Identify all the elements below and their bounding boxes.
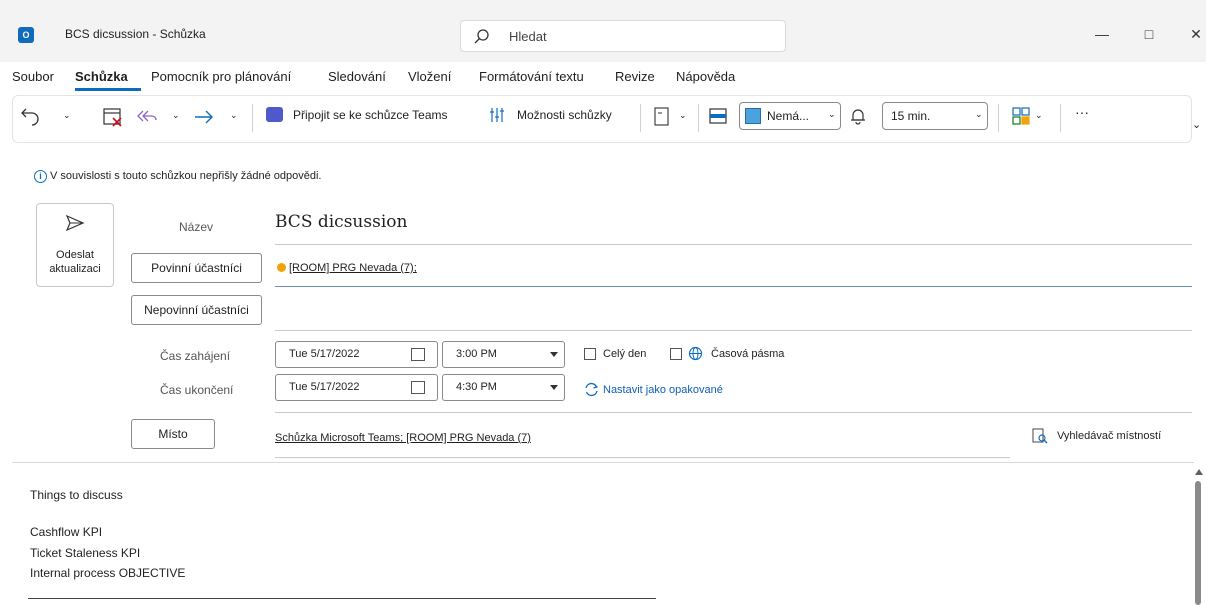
reply-dropdown-icon[interactable]: ⌄ xyxy=(172,110,180,121)
send-update-label: Odeslat aktualizaci xyxy=(49,249,101,275)
reminder-value: 15 min. xyxy=(891,109,931,123)
all-day-label: Celý den xyxy=(603,348,647,360)
calendar-icon xyxy=(411,348,425,361)
time-section-divider xyxy=(275,412,1192,413)
menu-schuzka[interactable]: Schůzka xyxy=(75,69,128,84)
reminder-combo[interactable]: 15 min. ⌄ xyxy=(882,102,988,130)
body-line[interactable]: Internal process OBJECTIVE xyxy=(30,566,185,580)
toolbar-separator xyxy=(640,104,641,132)
end-date-picker[interactable]: Tue 5/17/2022 xyxy=(275,374,438,401)
start-time-value: 3:00 PM xyxy=(456,348,497,360)
optional-field-underline[interactable] xyxy=(275,330,1192,331)
cancel-meeting-icon[interactable] xyxy=(102,106,124,128)
info-text: V souvislosti s touto schůzkou nepřišly … xyxy=(50,170,322,182)
maximize-button[interactable]: □ xyxy=(1137,24,1161,44)
outlook-app-icon: O xyxy=(18,27,34,43)
menu-vlozeni[interactable]: Vložení xyxy=(408,69,451,84)
send-update-button[interactable]: Odeslat aktualizaci xyxy=(36,203,114,287)
calendar-icon xyxy=(411,381,425,394)
room-status-icon xyxy=(277,263,286,272)
menu-soubor[interactable]: Soubor xyxy=(12,69,54,84)
body-line[interactable]: Things to discuss xyxy=(30,488,123,502)
menu-sledovani[interactable]: Sledování xyxy=(328,69,386,84)
room-finder-icon xyxy=(1032,428,1048,444)
required-attendees-button[interactable]: Povinní účastníci xyxy=(131,253,262,283)
category-combo[interactable]: Nemá... ⌄ xyxy=(739,102,841,130)
body-line[interactable]: Ticket Staleness KPI xyxy=(30,546,140,560)
expand-ribbon-icon[interactable]: ⌄ xyxy=(1192,118,1201,131)
reply-all-icon[interactable] xyxy=(136,108,158,126)
category-value: Nemá... xyxy=(767,109,810,123)
show-as-dropdown-icon[interactable]: ⌄ xyxy=(679,110,687,121)
minimize-button[interactable]: — xyxy=(1090,24,1114,44)
start-time-dropdown-icon xyxy=(550,352,558,357)
response-options-icon[interactable] xyxy=(709,108,727,124)
end-time-label: Čas ukončení xyxy=(160,383,234,397)
search-placeholder: Hledat xyxy=(509,29,547,44)
start-date-picker[interactable]: Tue 5/17/2022 xyxy=(275,341,438,368)
menu-pomocnik[interactable]: Pomocník pro plánování xyxy=(151,69,291,84)
meeting-options-button[interactable]: Možnosti schůzky xyxy=(517,108,612,122)
scroll-up-arrow-icon[interactable] xyxy=(1195,469,1203,475)
set-recurring-link[interactable]: Nastavit jako opakované xyxy=(603,384,723,396)
time-zones-label: Časová pásma xyxy=(711,348,785,360)
meeting-options-icon xyxy=(490,108,504,122)
forward-dropdown-icon[interactable]: ⌄ xyxy=(230,110,238,121)
location-field[interactable]: Schůzka Microsoft Teams; [ROOM] PRG Neva… xyxy=(275,432,531,444)
show-as-icon[interactable] xyxy=(652,106,672,128)
toolbar-separator xyxy=(252,104,253,132)
undo-icon[interactable] xyxy=(20,106,42,126)
required-underline xyxy=(275,286,1192,287)
start-time-picker[interactable]: 3:00 PM xyxy=(442,341,565,368)
more-options-button[interactable]: ··· xyxy=(1075,104,1089,120)
time-zones-checkbox[interactable] xyxy=(670,348,682,360)
toolbar-separator xyxy=(698,104,699,132)
category-dropdown-icon: ⌄ xyxy=(828,109,836,119)
menu-napoveda[interactable]: Nápověda xyxy=(676,69,735,84)
end-time-value: 4:30 PM xyxy=(456,381,497,393)
end-time-dropdown-icon xyxy=(550,385,558,390)
location-underline xyxy=(275,457,1010,458)
horizontal-rule xyxy=(28,598,656,599)
info-bar: iV souvislosti s touto schůzkou nepřišly… xyxy=(34,170,322,183)
reminder-dropdown-icon: ⌄ xyxy=(975,109,983,119)
undo-dropdown-icon[interactable]: ⌄ xyxy=(63,110,71,121)
menu-formatovani[interactable]: Formátování textu xyxy=(479,69,584,84)
end-date-value: Tue 5/17/2022 xyxy=(289,381,360,393)
toolbar-separator xyxy=(1060,104,1061,132)
toolbar-separator xyxy=(998,104,999,132)
teams-icon xyxy=(266,107,283,122)
category-color-swatch xyxy=(745,108,761,124)
globe-icon xyxy=(688,346,703,361)
window-title: BCS dicsussion - Schůzka xyxy=(65,27,206,41)
search-icon xyxy=(474,29,489,44)
required-attendee-room[interactable]: [ROOM] PRG Nevada (7); xyxy=(289,262,417,274)
body-separator xyxy=(12,462,1194,463)
menu-revize[interactable]: Revize xyxy=(615,69,655,84)
title-label: Název xyxy=(179,220,214,234)
end-time-picker[interactable]: 4:30 PM xyxy=(442,374,565,401)
start-time-label: Čas zahájení xyxy=(160,349,231,363)
subject-underline xyxy=(275,244,1192,245)
apps-icon[interactable] xyxy=(1011,106,1031,126)
search-box[interactable]: Hledat xyxy=(460,20,786,52)
scrollbar-thumb[interactable] xyxy=(1195,481,1201,605)
all-day-checkbox[interactable] xyxy=(584,348,596,360)
subject-field[interactable]: BCS dicsussion xyxy=(275,212,407,232)
optional-attendees-button[interactable]: Nepovinní účastníci xyxy=(131,295,262,325)
bell-icon xyxy=(851,109,865,125)
recurrence-icon xyxy=(585,382,599,397)
start-date-value: Tue 5/17/2022 xyxy=(289,348,360,360)
close-button[interactable]: ✕ xyxy=(1184,24,1206,44)
location-button[interactable]: Místo xyxy=(131,419,215,449)
info-icon: i xyxy=(34,170,47,183)
active-tab-indicator xyxy=(75,88,141,91)
send-icon xyxy=(65,214,85,232)
apps-dropdown-icon[interactable]: ⌄ xyxy=(1035,110,1043,121)
room-finder-button[interactable]: Vyhledávač místností xyxy=(1057,430,1161,442)
body-line[interactable]: Cashflow KPI xyxy=(30,525,102,539)
forward-icon[interactable] xyxy=(193,109,215,125)
join-teams-button[interactable]: Připojit se ke schůzce Teams xyxy=(293,108,448,122)
